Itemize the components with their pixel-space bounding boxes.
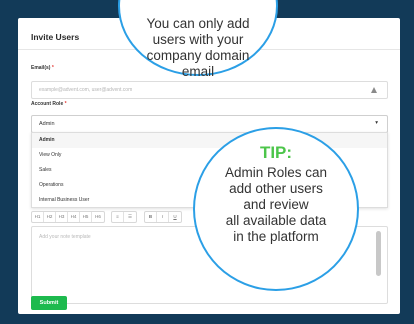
tooltip-line: users with your [152, 32, 244, 47]
h2-button[interactable]: H2 [44, 212, 56, 222]
h3-button[interactable]: H3 [56, 212, 68, 222]
format-buttons: B I U [144, 211, 182, 223]
tip-line: Admin Roles can [224, 165, 328, 180]
tip-heading: TIP: [259, 143, 293, 162]
list-buttons: ≡ ☰ [111, 211, 137, 223]
tip-line: all available data [225, 213, 327, 228]
bold-button[interactable]: B [145, 212, 157, 222]
card-title: Invite Users [31, 32, 80, 42]
warning-icon [371, 87, 377, 93]
italic-button[interactable]: I [157, 212, 169, 222]
tooltip-line: You can only add [146, 16, 250, 31]
role-label: Account Role * [31, 101, 67, 107]
selected-role: Admin [39, 121, 55, 127]
tip-line: in the platform [233, 229, 319, 244]
email-placeholder: example@advent.com, user@advent.com [39, 87, 133, 93]
heading-buttons: H1 H2 H3 H4 H5 H6 [31, 211, 105, 223]
submit-button[interactable]: Submit [31, 296, 67, 310]
email-input[interactable]: example@advent.com, user@advent.com [31, 81, 388, 99]
editor-placeholder: Add your note template [39, 234, 91, 240]
tip-bubble: TIP: Admin Roles can add other users and… [193, 127, 359, 291]
numbered-list-icon[interactable]: ☰ [124, 212, 136, 222]
tooltip-line: company domain [146, 48, 250, 63]
h5-button[interactable]: H5 [80, 212, 92, 222]
account-role-select[interactable]: Admin ▾ [31, 115, 388, 133]
h6-button[interactable]: H6 [92, 212, 104, 222]
h4-button[interactable]: H4 [68, 212, 80, 222]
emails-label: Email(s) * [31, 65, 54, 71]
tip-line: and review [243, 197, 309, 212]
required-mark: * [51, 65, 54, 71]
role-label-text: Account Role [31, 101, 64, 107]
bullet-list-icon[interactable]: ≡ [112, 212, 124, 222]
chevron-down-icon: ▾ [375, 120, 378, 126]
emails-label-text: Email(s) [31, 65, 51, 71]
domain-tooltip-bubble: You can only add users with your company… [118, 0, 278, 79]
editor-scrollbar[interactable] [376, 231, 381, 276]
domain-tooltip-text: You can only add users with your company… [120, 16, 276, 80]
tooltip-line: email [181, 64, 215, 79]
tip-text: Admin Roles can add other users and revi… [195, 165, 357, 245]
tip-line: add other users [229, 181, 323, 196]
h1-button[interactable]: H1 [32, 212, 44, 222]
required-mark: * [64, 101, 67, 107]
underline-button[interactable]: U [169, 212, 181, 222]
